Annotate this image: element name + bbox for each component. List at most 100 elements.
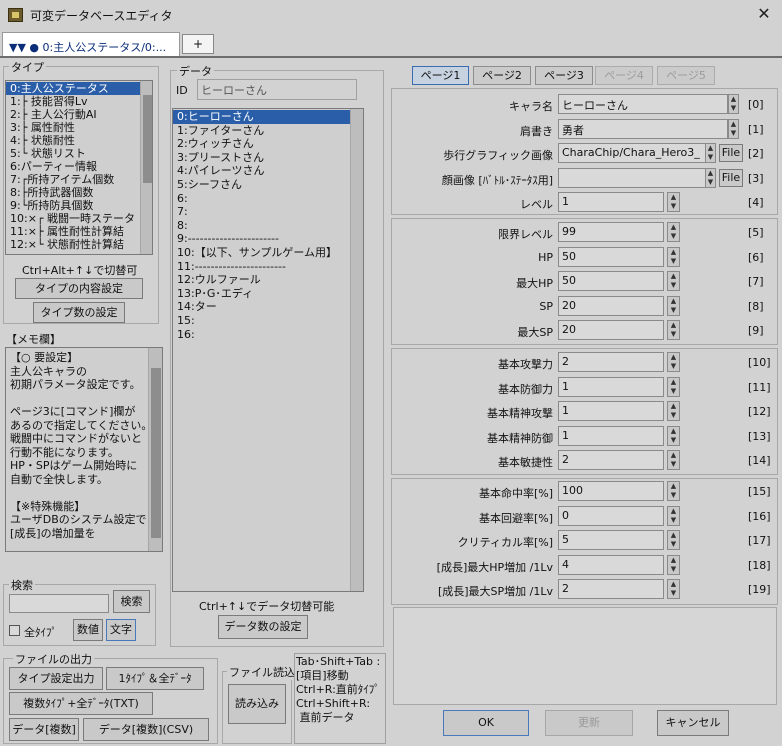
value-spinner[interactable]: ▲ ▼ [667, 425, 680, 446]
data-list-item[interactable]: 5:シーフさん [173, 178, 351, 192]
field-input[interactable]: 5 [558, 530, 664, 551]
spin-down-icon[interactable]: ▼ [668, 460, 679, 469]
value-spinner[interactable]: ▲ ▼ [667, 481, 680, 501]
data-list-item[interactable]: 15: [173, 314, 351, 328]
spin-down-icon[interactable]: ▼ [668, 281, 679, 290]
scroll-down-icon[interactable]: ▼ [729, 129, 738, 138]
data-count-settings-button[interactable]: データ数の設定 [218, 615, 308, 639]
spin-up-icon[interactable]: ▲ [668, 321, 679, 330]
value-spinner[interactable]: ▲ ▼ [667, 320, 680, 341]
type-list-scrollbar[interactable] [140, 81, 152, 254]
field-input[interactable]: 100 [558, 481, 664, 501]
spin-down-icon[interactable]: ▼ [668, 540, 679, 549]
data-list-item[interactable]: 7: [173, 205, 351, 219]
spin-down-icon[interactable]: ▼ [668, 516, 679, 525]
type-list-item[interactable]: 1:├ 技能習得Lv [6, 95, 140, 108]
memo-scrollbar[interactable] [148, 348, 162, 551]
data-list-item[interactable]: 1:ファイターさん [173, 124, 351, 138]
data-list-item[interactable]: 4:パイレーツさん [173, 164, 351, 178]
data-list-scrollbar[interactable] [350, 109, 363, 591]
search-button[interactable]: 検索 [113, 590, 150, 613]
spin-down-icon[interactable]: ▼ [668, 202, 679, 211]
field-scroll-arrows[interactable]: ▲ ▼ [728, 94, 739, 114]
field-input[interactable]: 20 [558, 295, 664, 316]
memo-box[interactable]: 【○ 要設定】 主人公キャラの 初期パラメータ設定です。 ページ3に[コマンド]… [5, 347, 163, 552]
spin-up-icon[interactable]: ▲ [668, 248, 679, 257]
field-scroll-arrows[interactable]: ▲ ▼ [705, 143, 716, 164]
scroll-down-icon[interactable]: ▼ [706, 178, 715, 187]
scroll-down-icon[interactable]: ▼ [706, 153, 715, 162]
type-list-item[interactable]: 12:×└ 状態耐性計算結 [6, 238, 140, 251]
data-list-item[interactable]: 14:ター [173, 300, 351, 314]
spin-down-icon[interactable]: ▼ [668, 411, 679, 420]
spin-down-icon[interactable]: ▼ [668, 362, 679, 371]
spin-up-icon[interactable]: ▲ [668, 556, 679, 565]
spin-up-icon[interactable]: ▲ [668, 193, 679, 202]
spin-up-icon[interactable]: ▲ [668, 223, 679, 232]
field-input[interactable]: 1 [558, 192, 664, 213]
search-text-button[interactable]: 文字 [106, 619, 136, 641]
ok-button[interactable]: OK [443, 710, 529, 736]
scroll-down-icon[interactable]: ▼ [729, 104, 738, 113]
type-list-item[interactable]: 10:×┌ 戦闘一時ステータ [6, 212, 140, 225]
value-spinner[interactable]: ▲ ▼ [667, 450, 680, 471]
scroll-up-icon[interactable]: ▲ [729, 120, 738, 129]
value-spinner[interactable]: ▲ ▼ [667, 246, 680, 267]
tab-page3[interactable]: ページ3 [535, 66, 593, 85]
search-input[interactable] [9, 594, 109, 613]
load-file-button[interactable]: 読み込み [228, 684, 286, 724]
type-list-item[interactable]: 9:└所持防具個数 [6, 199, 140, 212]
value-spinner[interactable]: ▲ ▼ [667, 222, 680, 242]
spin-up-icon[interactable]: ▲ [668, 402, 679, 411]
type-count-settings-button[interactable]: タイプ数の設定 [33, 302, 125, 323]
type-list[interactable]: 0:主人公ステータス 1:├ 技能習得Lv 2:├ 主人公行動AI 3:├ 属性耐性 4… [5, 80, 153, 255]
search-number-button[interactable]: 数値 [73, 619, 103, 641]
type-list-item[interactable]: 4:├ 状態耐性 [6, 134, 140, 147]
data-list-item[interactable]: 3:プリーストさん [173, 151, 351, 165]
field-input[interactable]: CharaChip/Chara_Hero3_ [558, 143, 716, 164]
spin-down-icon[interactable]: ▼ [668, 589, 679, 598]
type-list-item[interactable]: 5:└ 状態リスト [6, 147, 140, 160]
all-types-checkbox[interactable] [9, 625, 20, 636]
data-list-item[interactable]: 11:----------------------- [173, 260, 351, 274]
field-input[interactable]: 1 [558, 376, 664, 397]
spin-up-icon[interactable]: ▲ [668, 353, 679, 362]
spin-down-icon[interactable]: ▼ [668, 306, 679, 315]
spin-up-icon[interactable]: ▲ [668, 531, 679, 540]
spin-down-icon[interactable]: ▼ [668, 565, 679, 574]
field-input[interactable]: 20 [558, 320, 664, 341]
data-list-item[interactable]: 10:【以下、サンプルゲーム用】 [173, 246, 351, 260]
value-spinner[interactable]: ▲ ▼ [667, 401, 680, 422]
tab-page5[interactable]: ページ5 [657, 66, 715, 85]
spin-up-icon[interactable]: ▲ [668, 378, 679, 387]
value-spinner[interactable]: ▲ ▼ [667, 192, 680, 213]
data-list-item[interactable]: 9:----------------------- [173, 232, 351, 246]
data-list-item[interactable]: 13:P･G･エディ [173, 287, 351, 301]
field-input[interactable]: 1 [558, 425, 664, 446]
file-browse-button[interactable]: File [719, 168, 743, 187]
file-browse-button[interactable]: File [719, 144, 743, 163]
data-list-item[interactable]: 16: [173, 328, 351, 342]
field-input[interactable]: 2 [558, 450, 664, 471]
tab-page4[interactable]: ページ4 [595, 66, 653, 85]
export-data-multi-csv-button[interactable]: データ[複数](CSV) [83, 718, 209, 741]
field-input[interactable]: 50 [558, 246, 664, 267]
field-scroll-arrows[interactable]: ▲ ▼ [728, 118, 739, 139]
memo-scroll-thumb[interactable] [151, 368, 161, 538]
value-spinner[interactable]: ▲ ▼ [667, 579, 680, 600]
spin-up-icon[interactable]: ▲ [668, 427, 679, 436]
export-data-multi-button[interactable]: データ[複数] [9, 718, 79, 741]
data-list-item[interactable]: 0:ヒーローさん [173, 110, 351, 124]
field-input[interactable]: 勇者 [558, 118, 728, 139]
type-list-item[interactable]: 11:×├ 属性耐性計算結 [6, 225, 140, 238]
value-spinner[interactable]: ▲ ▼ [667, 352, 680, 372]
value-spinner[interactable]: ▲ ▼ [667, 271, 680, 292]
value-spinner[interactable]: ▲ ▼ [667, 505, 680, 526]
data-list-item[interactable]: 2:ウィッチさん [173, 137, 351, 151]
field-input[interactable]: 50 [558, 271, 664, 292]
data-list-item[interactable]: 12:ウルファール [173, 273, 351, 287]
scroll-up-icon[interactable]: ▲ [706, 144, 715, 153]
update-button[interactable]: 更新 [545, 710, 633, 736]
field-input[interactable] [558, 167, 716, 188]
export-type-settings-button[interactable]: タイプ設定出力 [9, 667, 103, 690]
